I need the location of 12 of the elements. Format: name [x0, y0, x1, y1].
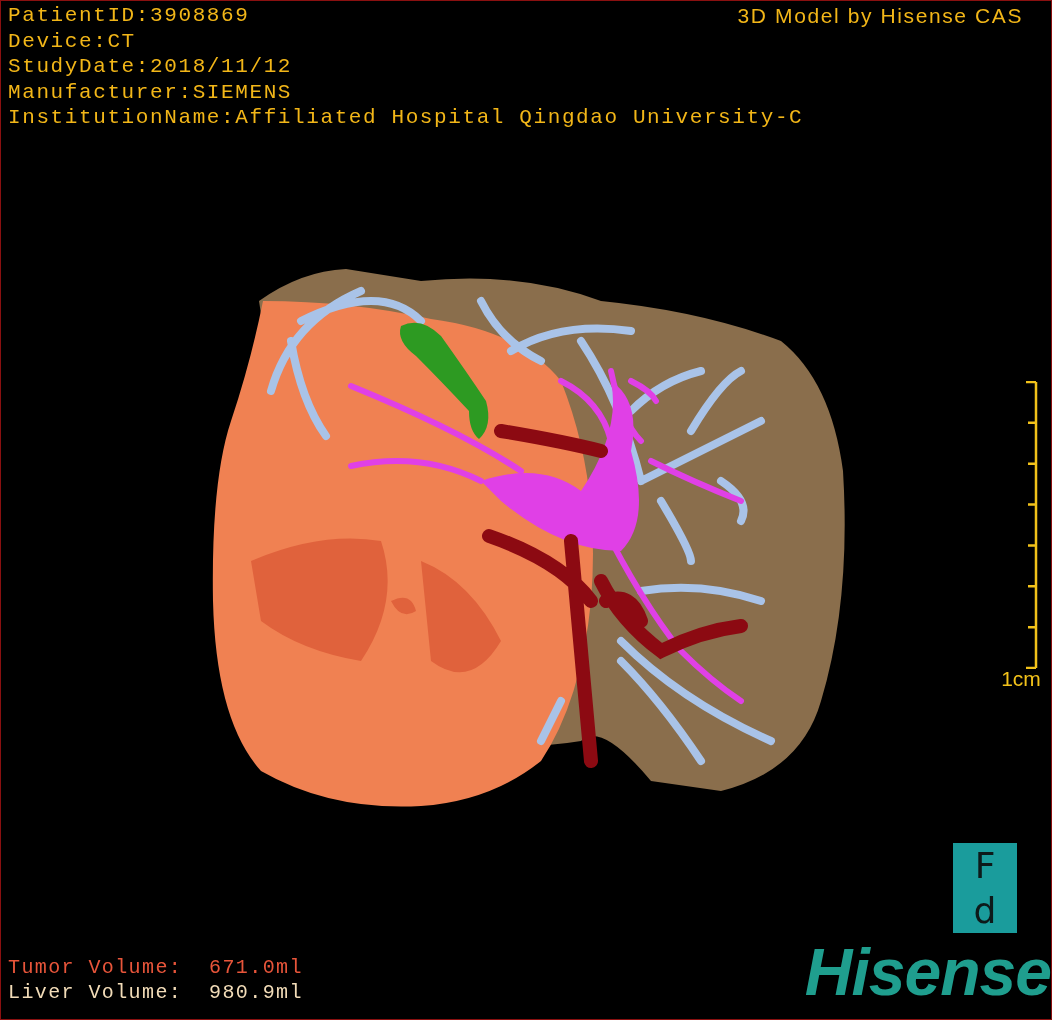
- brand-logo: Hisense: [804, 939, 1051, 1005]
- study-info-text: PatientID:3908869: [8, 3, 250, 29]
- study-info-text: InstitutionName:Affiliated Hospital Qingdao University-C: [8, 105, 804, 131]
- study-info-text: Manufacturer:SIEMENS: [8, 79, 293, 105]
- study-info-text: StudyDate:2018/11/12: [8, 54, 293, 80]
- volume-text: Tumor Volume: 671.0ml: [8, 955, 303, 980]
- viewer-title: 3D Model by Hisense CAS: [737, 3, 1023, 28]
- study-info-text: Device:CT: [8, 28, 136, 54]
- scale-bar-icon: [1024, 380, 1038, 669]
- volume-text: Liver Volume: 980.9ml: [8, 980, 303, 1005]
- orientation-marker: F d: [953, 843, 1017, 933]
- scale-label: 1cm: [1001, 666, 1041, 691]
